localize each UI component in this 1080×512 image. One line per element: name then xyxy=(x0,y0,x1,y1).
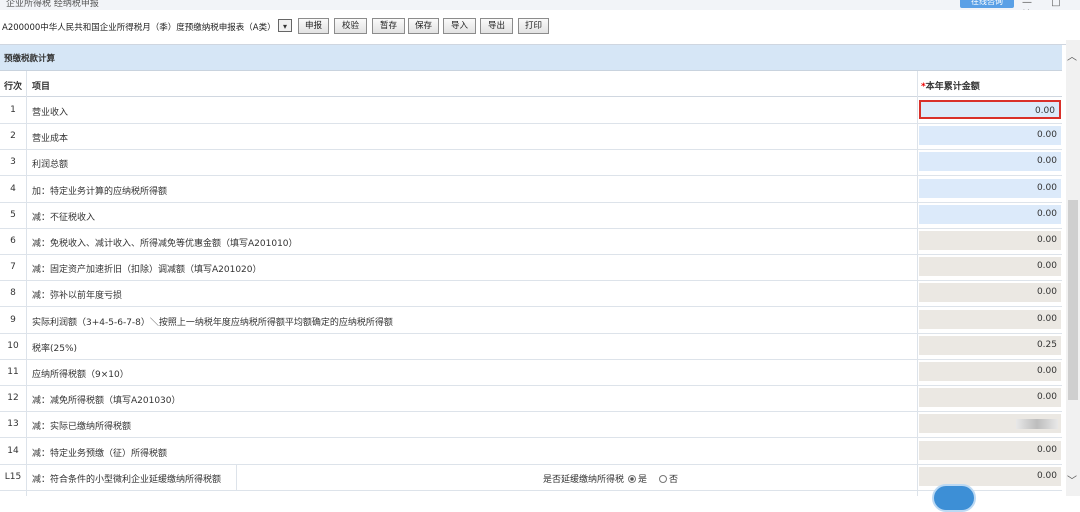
table-row: 3 利润总额 0.00 xyxy=(0,149,1062,177)
radio-selected-icon[interactable] xyxy=(628,474,636,483)
form-name: A200000中华人民共和国企业所得税月（季）度预缴纳税申报表（A类） xyxy=(2,23,276,33)
table-row: 10 税率(25%) 0.25 xyxy=(0,333,1062,360)
vertical-scrollbar[interactable]: ︿ ﹀ xyxy=(1066,40,1080,496)
radio-icon[interactable] xyxy=(659,474,667,483)
table-row: 12 减：减免所得税额（填写A201030） 0.00 xyxy=(0,385,1062,413)
header-row-no: 行次 xyxy=(4,82,23,92)
print-button[interactable]: 打印 xyxy=(518,18,549,34)
header-amount: *本年累计金额 xyxy=(921,82,980,92)
amount-input[interactable]: 0.00 xyxy=(919,204,1061,224)
declare-button[interactable]: 申报 xyxy=(298,18,329,34)
row-number: 1 xyxy=(10,105,16,115)
import-button[interactable]: 导入 xyxy=(443,18,476,34)
amount-input[interactable]: 0.00 xyxy=(919,466,1061,486)
header-item: 项目 xyxy=(32,82,51,92)
declaration-sheet: 预缴税款计算 行次 项目 *本年累计金额 1 营业收入 0.00 2 营业成本 0.00 3… xyxy=(0,40,1066,496)
section-header: 预缴税款计算 xyxy=(0,45,1062,71)
amount-input[interactable]: 0.00 xyxy=(919,152,1061,172)
table-row: 1 营业收入 0.00 xyxy=(0,97,1062,124)
scroll-down-icon[interactable]: ﹀ xyxy=(1067,472,1077,487)
row-item-label: 税率(25%) xyxy=(32,343,78,354)
row-number: 4 xyxy=(10,183,16,194)
table-row: 11 应纳所得税额（9×10） 0.00 xyxy=(0,359,1062,386)
row-item-label: 实际利润额（3+4-5-6-7-8）＼按照上一纳税年度应纳税所得额平均额确定的应… xyxy=(32,317,393,328)
row-item-label: 减：符合条件的小型微利企业延缓缴纳所得税额 xyxy=(32,474,222,485)
defer-yes-option[interactable]: 是 xyxy=(628,472,647,485)
row-item-label: 利润总额 xyxy=(32,160,69,171)
blurred-value xyxy=(1016,419,1058,429)
temp-save-button[interactable]: 暂存 xyxy=(372,18,405,34)
row-item-label: 减：实际已缴纳所得税额 xyxy=(32,422,132,433)
row-item-label: 营业收入 xyxy=(32,108,69,118)
title-bar: 企业所得税 经纳税申报 在线咨询 — □ ✕ xyxy=(0,0,1080,10)
defer-no-option[interactable]: 否 xyxy=(659,472,678,485)
section-title: 预缴税款计算 xyxy=(4,54,56,64)
row-number: 7 xyxy=(10,262,16,273)
amount-input[interactable]: 0.00 xyxy=(919,231,1061,250)
row-number: 11 xyxy=(7,367,19,377)
row-number: 5 xyxy=(10,209,16,220)
amount-input[interactable]: 0.00 xyxy=(919,362,1061,381)
amount-input[interactable]: 0.25 xyxy=(919,335,1061,355)
row-item-label: 应纳所得税额（9×10） xyxy=(32,370,129,380)
amount-input[interactable]: 0.00 xyxy=(919,440,1061,460)
table-row: 2 营业成本 0.00 xyxy=(0,123,1062,151)
save-button[interactable]: 保存 xyxy=(408,18,439,34)
row-number: 3 xyxy=(10,157,16,168)
scroll-up-icon[interactable]: ︿ xyxy=(1067,48,1077,63)
assistant-float-icon[interactable] xyxy=(932,484,976,512)
row-item-label: 减：不征税收入 xyxy=(32,212,96,223)
form-select-dropdown[interactable]: ▾ xyxy=(278,19,292,32)
row-item-label: 减：特定业务预缴（征）所得税额 xyxy=(32,448,168,459)
row-number: 2 xyxy=(10,131,16,142)
table-header: 行次 项目 *本年累计金额 xyxy=(0,71,1062,97)
row-number: L15 xyxy=(4,471,22,482)
toolbar: A200000中华人民共和国企业所得税月（季）度预缴纳税申报表（A类） ▾ 申报… xyxy=(0,14,1080,38)
row-item-label: 减：固定资产加速折旧（扣除）调减额（填写A201020） xyxy=(32,265,262,276)
cell-divider xyxy=(236,463,237,490)
row-number: 10 xyxy=(7,340,19,351)
table-row: 8 减：弥补以前年度亏损 0.00 xyxy=(0,280,1062,308)
amount-input[interactable]: 0.00 xyxy=(919,388,1061,408)
row-item-label: 营业成本 xyxy=(32,134,69,145)
online-consult-button[interactable]: 在线咨询 xyxy=(960,0,1014,8)
row-number: 12 xyxy=(7,393,19,404)
row-number: 8 xyxy=(10,288,16,299)
table-row: 14 减：特定业务预缴（征）所得税额 0.00 xyxy=(0,438,1062,465)
table-row: 5 减：不征税收入 0.00 xyxy=(0,202,1062,229)
row-item-label: 减：减免所得税额（填写A201030） xyxy=(32,396,181,407)
amount-input[interactable]: 0.00 xyxy=(919,257,1061,277)
row-item-label: 减：弥补以前年度亏损 xyxy=(32,291,123,302)
window-title: 企业所得税 经纳税申报 xyxy=(6,0,99,9)
amount-input[interactable]: 0.00 xyxy=(919,309,1061,329)
validate-button[interactable]: 校验 xyxy=(334,18,367,34)
row-number: 13 xyxy=(7,419,19,430)
row-number: 9 xyxy=(10,314,16,325)
amount-input[interactable]: 0.00 xyxy=(919,126,1061,146)
amount-input[interactable]: 0.00 xyxy=(919,178,1061,198)
amount-input[interactable]: 0.00 xyxy=(919,283,1061,303)
row-item-label: 加：特定业务计算的应纳税所得额 xyxy=(32,186,168,197)
defer-tax-label: 是否延缓缴纳所得税 xyxy=(543,474,625,485)
row-item-label: 减：免税收入、减计收入、所得减免等优惠金额（填写A201010） xyxy=(32,239,298,249)
row-number: 14 xyxy=(7,445,19,456)
table-row: 13 减：实际已缴纳所得税额 xyxy=(0,411,1062,439)
table-row: 9 实际利润额（3+4-5-6-7-8）＼按照上一纳税年度应纳税所得额平均额确定的… xyxy=(0,307,1062,334)
table-row: 4 加：特定业务计算的应纳税所得额 0.00 xyxy=(0,176,1062,203)
table-row: 7 减：固定资产加速折旧（扣除）调减额（填写A201020） 0.00 xyxy=(0,254,1062,282)
export-button[interactable]: 导出 xyxy=(480,18,513,34)
amount-input[interactable]: 0.00 xyxy=(919,100,1061,119)
table-row: L15 减：符合条件的小型微利企业延缓缴纳所得税额 是否延缓缴纳所得税是否 0.00 xyxy=(0,463,1062,491)
table-row: 6 减：免税收入、减计收入、所得减免等优惠金额（填写A201010） 0.00 xyxy=(0,228,1062,255)
window-controls[interactable]: — □ ✕ xyxy=(1022,0,1080,10)
row-number: 6 xyxy=(10,236,16,246)
scroll-thumb[interactable] xyxy=(1068,200,1078,400)
